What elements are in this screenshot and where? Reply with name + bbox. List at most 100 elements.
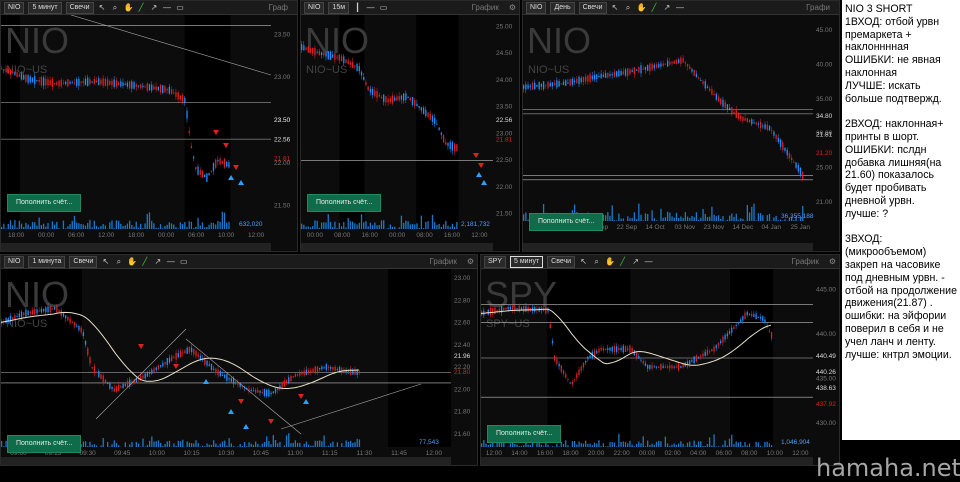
candle-body bbox=[616, 71, 618, 77]
zoom-icon[interactable]: ⌕ bbox=[114, 257, 123, 267]
candle-body bbox=[323, 52, 325, 56]
trendline-icon[interactable]: ╱ bbox=[618, 257, 627, 267]
volume-bar bbox=[319, 440, 321, 447]
candles-icon[interactable]: ┃ bbox=[353, 3, 362, 13]
candle-body bbox=[391, 95, 394, 104]
timeframe-select[interactable]: 1 минута bbox=[28, 255, 66, 268]
timeframe-select[interactable]: 5 минут bbox=[28, 1, 62, 14]
time-tick: 10:15 bbox=[183, 450, 200, 457]
hand-icon[interactable]: ✋ bbox=[127, 257, 137, 267]
volume-bar bbox=[310, 445, 312, 447]
hand-icon[interactable]: ✋ bbox=[605, 257, 615, 267]
deposit-button[interactable]: Пополнить счёт... bbox=[487, 425, 562, 443]
arrow-icon[interactable]: ↗ bbox=[150, 3, 159, 13]
chart-pane-2[interactable]: NIO 15м ┃ — ▭ График ⚙ NIO NIO~US 25.00 24.… bbox=[300, 0, 520, 252]
candle-body bbox=[609, 347, 611, 351]
hline-icon[interactable]: — bbox=[163, 3, 172, 13]
candle-body bbox=[109, 382, 111, 389]
gear-icon[interactable]: ⚙ bbox=[829, 257, 836, 266]
deposit-button[interactable]: Пополнить счёт... bbox=[307, 194, 382, 212]
zoom-icon[interactable]: ⌕ bbox=[111, 3, 120, 13]
symbol-field[interactable]: NIO bbox=[4, 255, 25, 268]
arrow-icon[interactable]: ↗ bbox=[631, 257, 640, 267]
volume-bar bbox=[285, 435, 288, 447]
volume-bar bbox=[651, 210, 653, 221]
price-chart[interactable]: NIONIO~US25.0024.5024.0023.5023.0022.502… bbox=[301, 15, 520, 252]
volume-bar bbox=[131, 225, 133, 229]
cursor-icon[interactable]: ↖ bbox=[101, 257, 110, 267]
gear-icon[interactable]: ⚙ bbox=[467, 257, 474, 266]
candle-body bbox=[782, 142, 784, 151]
price-tag: 21.81 bbox=[816, 132, 833, 139]
volume-bar bbox=[290, 443, 292, 447]
candle-body bbox=[726, 333, 728, 337]
rect-icon[interactable]: ▭ bbox=[179, 257, 188, 267]
buy-marker bbox=[238, 180, 244, 185]
symbol-field[interactable]: NIO bbox=[304, 1, 325, 14]
cursor-icon[interactable]: ↖ bbox=[611, 3, 620, 13]
candle-body bbox=[173, 356, 175, 358]
volume-bar bbox=[226, 222, 228, 229]
rect-icon[interactable]: ▭ bbox=[176, 3, 185, 13]
hline-icon[interactable]: — bbox=[166, 257, 175, 267]
hline-icon[interactable]: — bbox=[366, 3, 375, 13]
timeframe-select[interactable]: День bbox=[550, 1, 575, 14]
volume-bar bbox=[80, 224, 82, 229]
chart-type-select[interactable]: Свечи bbox=[578, 1, 607, 14]
volume-bar bbox=[277, 443, 279, 447]
chart-type-select[interactable]: Свечи bbox=[547, 255, 576, 268]
cursor-icon[interactable]: ↖ bbox=[98, 3, 107, 13]
hand-icon[interactable]: ✋ bbox=[124, 3, 134, 13]
volume-bar bbox=[221, 441, 224, 447]
candle-body bbox=[720, 340, 722, 344]
deposit-button[interactable]: Пополнить счёт... bbox=[529, 213, 604, 231]
trendline-icon[interactable]: ╱ bbox=[650, 3, 659, 13]
candle-body bbox=[503, 307, 505, 311]
symbol-field[interactable]: SPY bbox=[484, 255, 507, 268]
buy-marker bbox=[228, 409, 234, 414]
zoom-icon[interactable]: ⌕ bbox=[624, 3, 633, 13]
arrow-icon[interactable]: ↗ bbox=[663, 3, 672, 13]
candle-body bbox=[409, 97, 411, 101]
candle-body bbox=[14, 72, 16, 76]
deposit-button[interactable]: Пополнить счёт... bbox=[7, 194, 82, 212]
arrow-icon[interactable]: ↗ bbox=[153, 257, 162, 267]
candle-body bbox=[651, 365, 653, 369]
timeframe-select[interactable]: 5 минут bbox=[510, 255, 544, 268]
candle-body bbox=[633, 67, 636, 75]
time-tick: 14 Dec bbox=[733, 224, 754, 231]
chart-pane-4[interactable]: NIO 1 минута Свечи ↖ ⌕ ✋ ╱ ↗ — ▭ График … bbox=[0, 254, 478, 466]
zoom-icon[interactable]: ⌕ bbox=[592, 257, 601, 267]
symbol-field[interactable]: NIO bbox=[4, 1, 25, 14]
time-tick: 11:00 bbox=[287, 450, 303, 457]
candle-body bbox=[288, 377, 290, 383]
candle-body bbox=[230, 378, 232, 382]
time-tick: 18:00 bbox=[8, 232, 25, 239]
volume-bar bbox=[20, 223, 23, 229]
chart-pane-5[interactable]: SPY 5 минут Свечи ↖ ⌕ ✋ ╱ ↗ — График ⚙ S… bbox=[480, 254, 840, 466]
chart-type-select[interactable]: Свечи bbox=[65, 1, 94, 14]
rect-icon[interactable]: ▭ bbox=[379, 3, 388, 13]
chart-pane-3[interactable]: NIO День Свечи ↖ ⌕ ✋ ╱ ↗ — Графи NIO NIO~… bbox=[522, 0, 840, 252]
chart-type-select[interactable]: Свечи bbox=[69, 255, 98, 268]
hand-icon[interactable]: ✋ bbox=[637, 3, 647, 13]
symbol-field[interactable]: NIO bbox=[526, 1, 547, 14]
volume-bar bbox=[602, 443, 605, 447]
candle-body bbox=[768, 330, 771, 332]
hline-icon[interactable]: — bbox=[644, 257, 653, 267]
volume-bar bbox=[320, 222, 323, 229]
timeframe-select[interactable]: 15м bbox=[328, 1, 350, 14]
trendline-icon[interactable]: ╱ bbox=[137, 3, 146, 13]
price-chart[interactable]: NIONIO~US23.5023.0022.5022.0021.5023.502… bbox=[1, 15, 298, 252]
gear-icon[interactable]: ⚙ bbox=[509, 3, 516, 12]
deposit-button[interactable]: Пополнить счёт... bbox=[7, 435, 82, 453]
trendline-icon[interactable]: ╱ bbox=[140, 257, 149, 267]
candle-body bbox=[148, 372, 151, 374]
candle-body bbox=[60, 79, 62, 87]
chart-pane-1[interactable]: NIO 5 минут Свечи ↖ ⌕ ✋ ╱ ↗ — ▭ Граф NIO… bbox=[0, 0, 298, 252]
candle-body bbox=[168, 357, 171, 363]
candle-body bbox=[762, 125, 764, 127]
hline-icon[interactable]: — bbox=[676, 3, 685, 13]
candle-body bbox=[691, 68, 693, 72]
cursor-icon[interactable]: ↖ bbox=[579, 257, 588, 267]
